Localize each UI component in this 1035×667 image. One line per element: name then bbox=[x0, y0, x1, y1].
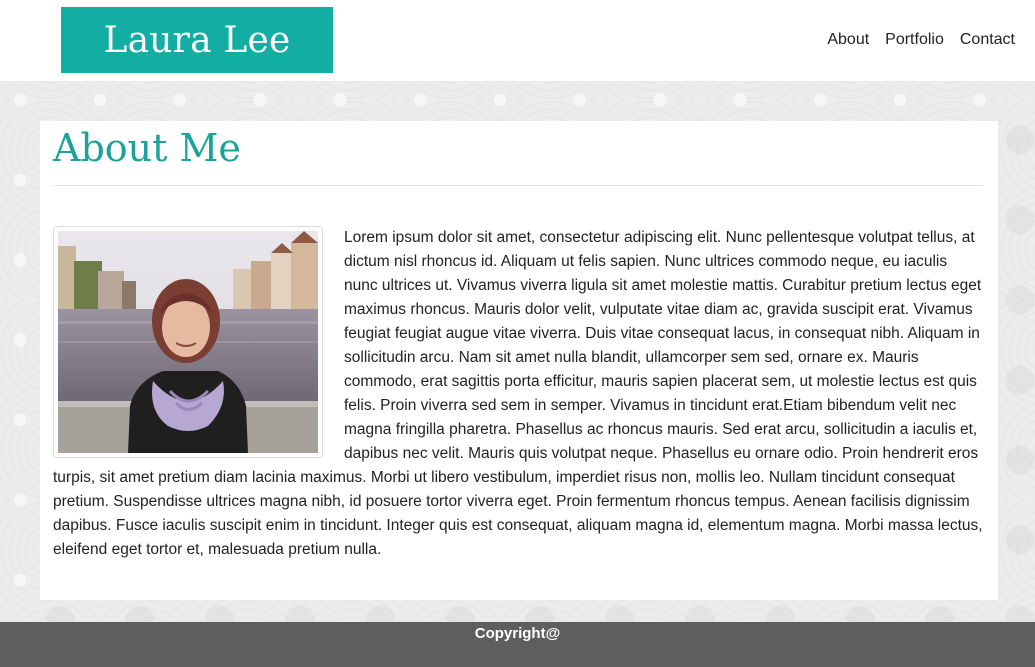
profile-photo bbox=[53, 226, 323, 458]
page-title: About Me bbox=[53, 126, 241, 170]
about-card: About Me Lorem ipsum dolor sit amet, con… bbox=[40, 121, 998, 600]
about-content: Lorem ipsum dolor sit amet, consectetur … bbox=[53, 226, 983, 562]
site-header: Laura Lee About Portfolio Contact bbox=[0, 0, 1035, 81]
site-logo[interactable]: Laura Lee bbox=[61, 7, 333, 73]
main-nav: About Portfolio Contact bbox=[827, 31, 1015, 49]
title-divider bbox=[53, 185, 983, 186]
nav-link-contact[interactable]: Contact bbox=[960, 31, 1015, 49]
site-footer: Copyright@ bbox=[0, 622, 1035, 667]
nav-link-about[interactable]: About bbox=[827, 31, 869, 49]
copyright-text: Copyright@ bbox=[474, 625, 561, 642]
profile-photo-image bbox=[58, 231, 318, 453]
nav-link-portfolio[interactable]: Portfolio bbox=[885, 31, 944, 49]
